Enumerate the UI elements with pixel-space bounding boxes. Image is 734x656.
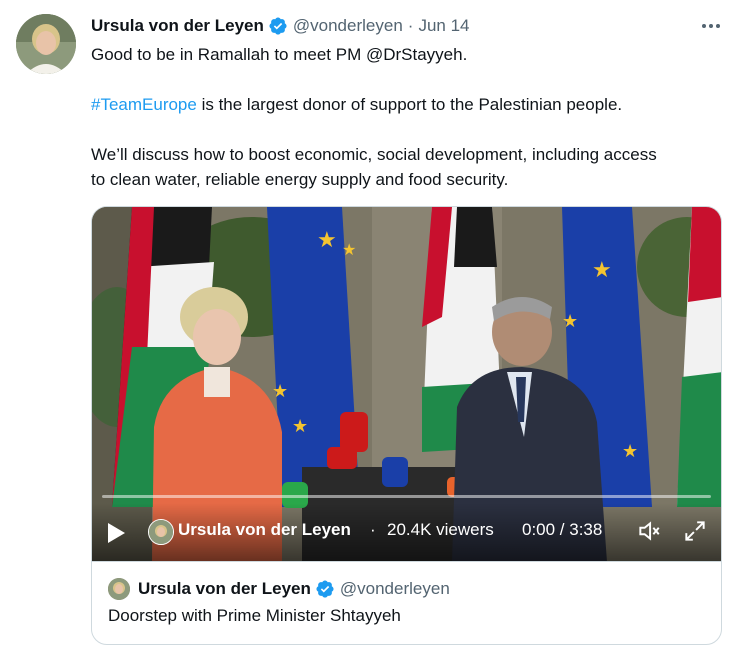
more-dots-icon[interactable] (698, 14, 724, 38)
tweet-header: Ursula von der Leyen @vonderleyen · Jun … (91, 12, 470, 40)
author-name[interactable]: Ursula von der Leyen (91, 16, 264, 36)
quoted-card[interactable]: Ursula von der Leyen @vonderleyen Doorst… (91, 561, 722, 645)
viewer-count: 20.4K viewers (387, 520, 494, 539)
card-author-name: Ursula von der Leyen (138, 579, 311, 598)
tweet-text: Good to be in Ramallah to meet PM @DrSta… (91, 42, 731, 192)
video-progress-bar[interactable] (102, 495, 711, 498)
play-icon[interactable] (108, 523, 125, 543)
svg-text:★: ★ (272, 381, 288, 402)
svg-text:★: ★ (622, 441, 638, 462)
tweet-line-2-text: is the largest donor of support to the P… (201, 95, 623, 114)
card-title: Doorstep with Prime Minister Shtayyeh (108, 606, 401, 625)
tweet-line-3: We’ll discuss how to boost economic, soc… (91, 145, 657, 164)
card-author-avatar (108, 578, 130, 600)
author-handle[interactable]: @vonderleyen (293, 16, 403, 36)
verified-badge-icon (315, 579, 335, 599)
video-author-name: Ursula von der Leyen (178, 520, 351, 539)
video-time: 0:00 / 3:38 (522, 520, 603, 539)
fullscreen-icon[interactable] (682, 518, 708, 544)
svg-text:★: ★ (317, 228, 337, 253)
hashtag-link[interactable]: #TeamEurope (91, 95, 197, 114)
tweet-line-1: Good to be in Ramallah to meet PM @DrSta… (91, 45, 468, 64)
author-avatar[interactable] (16, 14, 76, 74)
svg-text:★: ★ (592, 258, 612, 283)
card-header: Ursula von der Leyen @vonderleyen (108, 576, 450, 602)
svg-text:★: ★ (562, 311, 578, 332)
video-separator-dot: · (370, 520, 376, 539)
svg-text:★: ★ (292, 416, 308, 437)
svg-text:★: ★ (342, 240, 356, 259)
video-controls: Ursula von der Leyen · 20.4K viewers 0:0… (92, 503, 721, 561)
verified-badge-icon (268, 16, 288, 36)
separator-dot: · (407, 16, 414, 35)
volume-icon[interactable] (636, 518, 662, 544)
video-author-avatar (148, 519, 174, 545)
tweet[interactable]: Ursula von der Leyen @vonderleyen · Jun … (0, 0, 734, 656)
tweet-line-2: #TeamEurope is the largest donor of supp… (91, 92, 731, 117)
tweet-line-4: to clean water, reliable energy supply a… (91, 170, 509, 189)
video-player[interactable]: ★ ★ ★ ★ ★ ★ ★ Ursula von der Leyen · 20.… (91, 206, 722, 561)
card-author-handle: @vonderleyen (339, 579, 450, 598)
tweet-date[interactable]: Jun 14 (418, 16, 469, 36)
